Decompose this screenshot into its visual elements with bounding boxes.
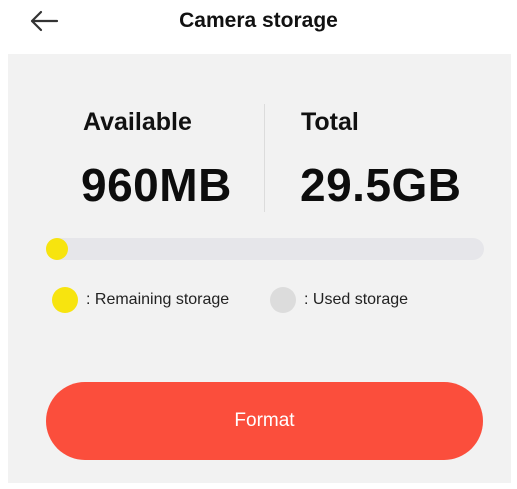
storage-panel: Available 960MB Total 29.5GB : Remaining… [8, 54, 511, 483]
available-value: 960MB [81, 159, 232, 211]
available-label: Available [83, 108, 192, 136]
legend-used: : Used storage [270, 286, 408, 314]
storage-progress-fill [46, 238, 68, 260]
remaining-color-dot [52, 287, 78, 313]
legend-remaining: : Remaining storage [52, 286, 229, 314]
format-button[interactable]: Format [46, 382, 483, 460]
header-bar: Camera storage [0, 0, 517, 46]
stats-divider [264, 104, 265, 212]
page-title: Camera storage [179, 9, 338, 32]
legend-remaining-label: : Remaining storage [86, 291, 230, 308]
legend-used-label: : Used storage [304, 291, 409, 308]
used-color-dot [270, 287, 296, 313]
total-label: Total [301, 108, 359, 136]
storage-progress-bar [46, 238, 484, 260]
total-value: 29.5GB [300, 159, 462, 211]
